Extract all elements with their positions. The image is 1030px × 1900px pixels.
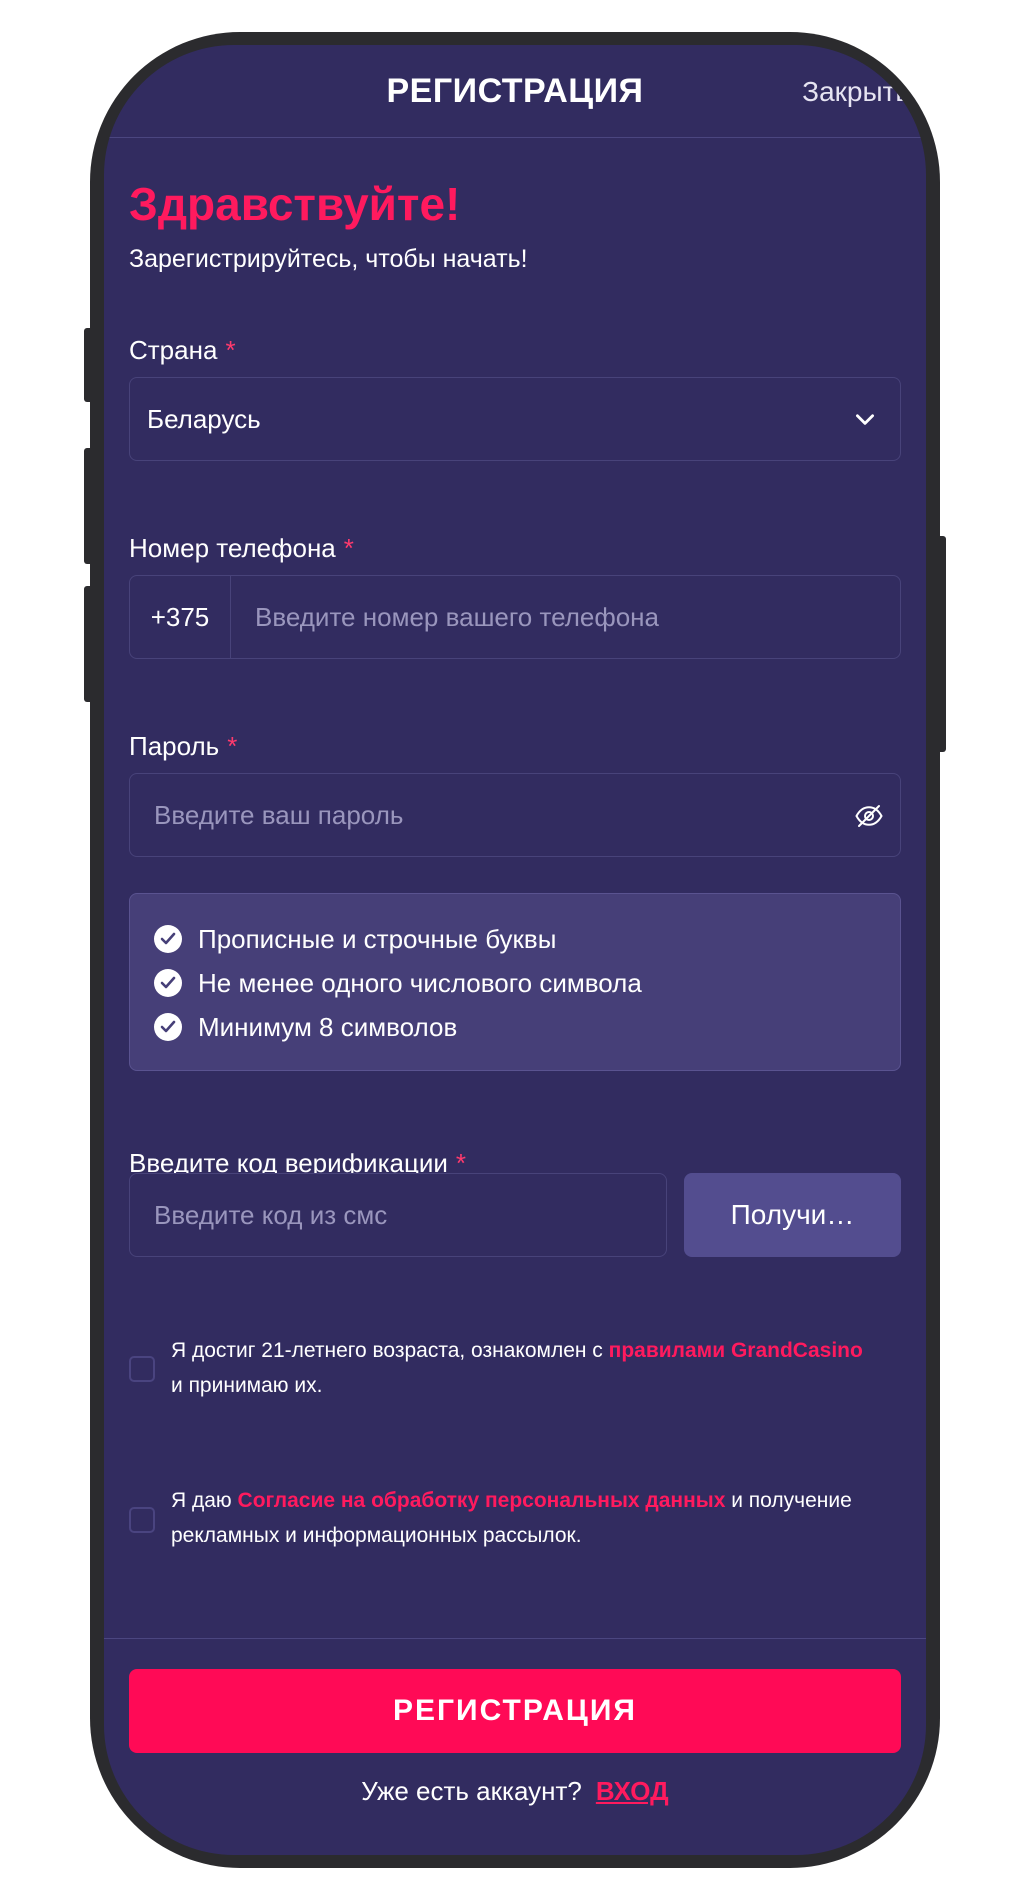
password-rule: Минимум 8 символов bbox=[154, 1012, 457, 1042]
registration-screen: РЕГИСТРАЦИЯ Закрыть Здравствуйте! Зареги… bbox=[104, 45, 926, 1855]
verification-code-input[interactable] bbox=[154, 1174, 644, 1256]
phone-field: +375 bbox=[129, 575, 901, 659]
login-link[interactable]: ВХОД bbox=[596, 1776, 669, 1806]
required-mark: * bbox=[227, 731, 238, 761]
country-select-value: Беларусь bbox=[147, 404, 261, 434]
age-consent-suffix: и принимаю их. bbox=[171, 1374, 323, 1397]
rules-link[interactable]: правилами GrandCasino bbox=[609, 1339, 863, 1362]
login-prompt: Уже есть аккаунт? ВХОД bbox=[104, 1776, 926, 1807]
phone-label-text: Номер телефона bbox=[129, 533, 336, 563]
account-question: Уже есть аккаунт? bbox=[361, 1776, 582, 1806]
phone-prefix[interactable]: +375 bbox=[130, 576, 231, 658]
verification-field bbox=[129, 1173, 667, 1257]
country-select[interactable]: Беларусь bbox=[129, 377, 901, 461]
password-rule: Прописные и строчные буквы bbox=[154, 924, 556, 954]
password-input[interactable] bbox=[154, 774, 834, 856]
password-label: Пароль * bbox=[129, 731, 237, 762]
greeting-subtitle: Зарегистрируйтесь, чтобы начать! bbox=[129, 245, 528, 273]
chevron-down-icon bbox=[856, 414, 874, 425]
footer-divider bbox=[104, 1638, 926, 1639]
password-field bbox=[129, 773, 901, 857]
age-consent-prefix: Я достиг 21-летнего возраста, ознакомлен… bbox=[171, 1339, 609, 1362]
password-rule-text: Минимум 8 символов bbox=[198, 1011, 458, 1042]
age-consent-checkbox[interactable] bbox=[129, 1356, 155, 1382]
personal-data-link[interactable]: Согласие на обработку персональных данны… bbox=[238, 1489, 726, 1512]
age-consent-text: Я достиг 21-летнего возраста, ознакомлен… bbox=[171, 1333, 871, 1403]
password-rule-text: Не менее одного числового символа bbox=[198, 967, 642, 998]
personal-data-consent-text: Я даю Согласие на обработку персональных… bbox=[171, 1483, 871, 1553]
personal-data-consent-checkbox[interactable] bbox=[129, 1507, 155, 1533]
password-rule-text: Прописные и строчные буквы bbox=[198, 923, 557, 954]
password-rule: Не менее одного числового символа bbox=[154, 968, 642, 998]
check-circle-icon bbox=[154, 925, 182, 953]
country-label: Страна * bbox=[129, 335, 236, 366]
header: РЕГИСТРАЦИЯ Закрыть bbox=[104, 45, 926, 138]
register-button[interactable]: РЕГИСТРАЦИЯ bbox=[129, 1669, 901, 1753]
check-circle-icon bbox=[154, 969, 182, 997]
password-label-text: Пароль bbox=[129, 731, 220, 761]
get-code-button[interactable]: Получи… bbox=[684, 1173, 901, 1257]
personal-data-consent-prefix: Я даю bbox=[171, 1489, 238, 1512]
password-rules-box: Прописные и строчные буквы Не менее одно… bbox=[129, 893, 901, 1071]
eye-off-icon[interactable] bbox=[854, 801, 884, 831]
greeting-heading: Здравствуйте! bbox=[129, 178, 461, 230]
close-button[interactable]: Закрыть bbox=[802, 76, 910, 108]
required-mark: * bbox=[225, 335, 236, 365]
phone-input[interactable] bbox=[255, 576, 885, 658]
check-circle-icon bbox=[154, 1013, 182, 1041]
country-label-text: Страна bbox=[129, 335, 218, 365]
required-mark: * bbox=[343, 533, 354, 563]
phone-label: Номер телефона * bbox=[129, 533, 354, 564]
